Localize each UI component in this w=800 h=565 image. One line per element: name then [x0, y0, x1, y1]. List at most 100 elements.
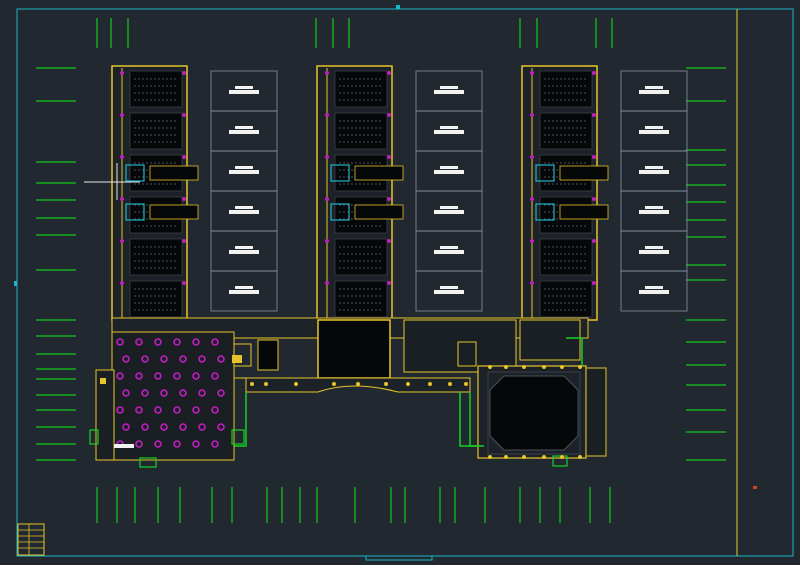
room-label-bar — [229, 290, 259, 294]
canopy-column — [406, 382, 410, 386]
column — [387, 113, 391, 117]
room-label-bar — [235, 286, 253, 289]
column — [530, 239, 534, 243]
classroom — [539, 238, 593, 276]
room-label-bar — [440, 86, 458, 89]
room-label-bar — [645, 166, 663, 169]
auditorium-column — [578, 455, 582, 459]
auditorium-column — [542, 455, 546, 459]
room-label-bar — [114, 444, 134, 448]
classroom — [129, 280, 183, 318]
office-cluster — [519, 319, 581, 361]
room-label-bar — [440, 286, 458, 289]
column — [592, 155, 596, 159]
room-label-bar — [440, 206, 458, 209]
classroom — [334, 112, 388, 150]
column — [120, 155, 124, 159]
column — [120, 281, 124, 285]
column — [530, 71, 534, 75]
auditorium-column — [522, 455, 526, 459]
column — [387, 71, 391, 75]
classroom — [539, 112, 593, 150]
room-label-bar — [639, 250, 669, 254]
equipment-mark — [100, 378, 106, 384]
column — [120, 113, 124, 117]
left-center-tick — [14, 281, 17, 286]
room-label-bar — [434, 210, 464, 214]
column — [120, 71, 124, 75]
section-marker-dot — [753, 486, 757, 489]
column — [592, 239, 596, 243]
auditorium-column — [504, 365, 508, 369]
room-label-bar — [645, 206, 663, 209]
column — [530, 155, 534, 159]
column — [387, 281, 391, 285]
room-label-bar — [639, 210, 669, 214]
column — [182, 71, 186, 75]
column — [387, 155, 391, 159]
auditorium-column — [522, 365, 526, 369]
classroom — [129, 70, 183, 108]
canopy-column — [464, 382, 468, 386]
column — [592, 197, 596, 201]
classroom — [539, 70, 593, 108]
room-label-bar — [434, 130, 464, 134]
room-label-bar — [235, 86, 253, 89]
room-label-bar — [434, 170, 464, 174]
canopy-column — [428, 382, 432, 386]
room-label-bar — [235, 246, 253, 249]
service-room — [559, 204, 609, 220]
classroom — [334, 70, 388, 108]
auditorium-column — [488, 365, 492, 369]
room-label-bar — [235, 126, 253, 129]
column — [325, 113, 329, 117]
column — [325, 281, 329, 285]
classroom — [334, 280, 388, 318]
service-room — [149, 204, 199, 220]
room-label-bar — [645, 286, 663, 289]
column — [530, 113, 534, 117]
classroom-wing — [521, 65, 609, 321]
column — [182, 281, 186, 285]
room-label-bar — [229, 90, 259, 94]
cad-floor-plan-canvas[interactable] — [0, 0, 800, 565]
classroom — [539, 280, 593, 318]
room-label-bar — [440, 246, 458, 249]
canopy-column — [384, 382, 388, 386]
canopy-column — [294, 382, 298, 386]
column — [387, 197, 391, 201]
stair-core — [257, 339, 279, 371]
column — [592, 71, 596, 75]
service-room — [559, 165, 609, 181]
auditorium-column — [578, 365, 582, 369]
column — [530, 281, 534, 285]
service-room — [354, 165, 404, 181]
auditorium-column — [488, 455, 492, 459]
dining-hall — [89, 331, 245, 468]
classroom — [334, 238, 388, 276]
column — [325, 155, 329, 159]
auditorium-column — [560, 455, 564, 459]
column — [182, 197, 186, 201]
column — [182, 239, 186, 243]
canopy-column — [448, 382, 452, 386]
top-center-tick — [396, 5, 400, 9]
canopy-column — [356, 382, 360, 386]
column — [120, 239, 124, 243]
room-label-bar — [645, 126, 663, 129]
room-label-bar — [434, 290, 464, 294]
column — [120, 197, 124, 201]
auditorium-column — [560, 365, 564, 369]
column — [592, 281, 596, 285]
room-label-bar — [639, 130, 669, 134]
column — [182, 113, 186, 117]
classroom-wing — [316, 65, 404, 321]
service-room — [149, 165, 199, 181]
classroom — [129, 238, 183, 276]
room-label-bar — [229, 130, 259, 134]
column — [325, 197, 329, 201]
service-room — [354, 204, 404, 220]
column — [325, 71, 329, 75]
room-label-bar — [440, 166, 458, 169]
classroom-wings — [84, 65, 609, 321]
